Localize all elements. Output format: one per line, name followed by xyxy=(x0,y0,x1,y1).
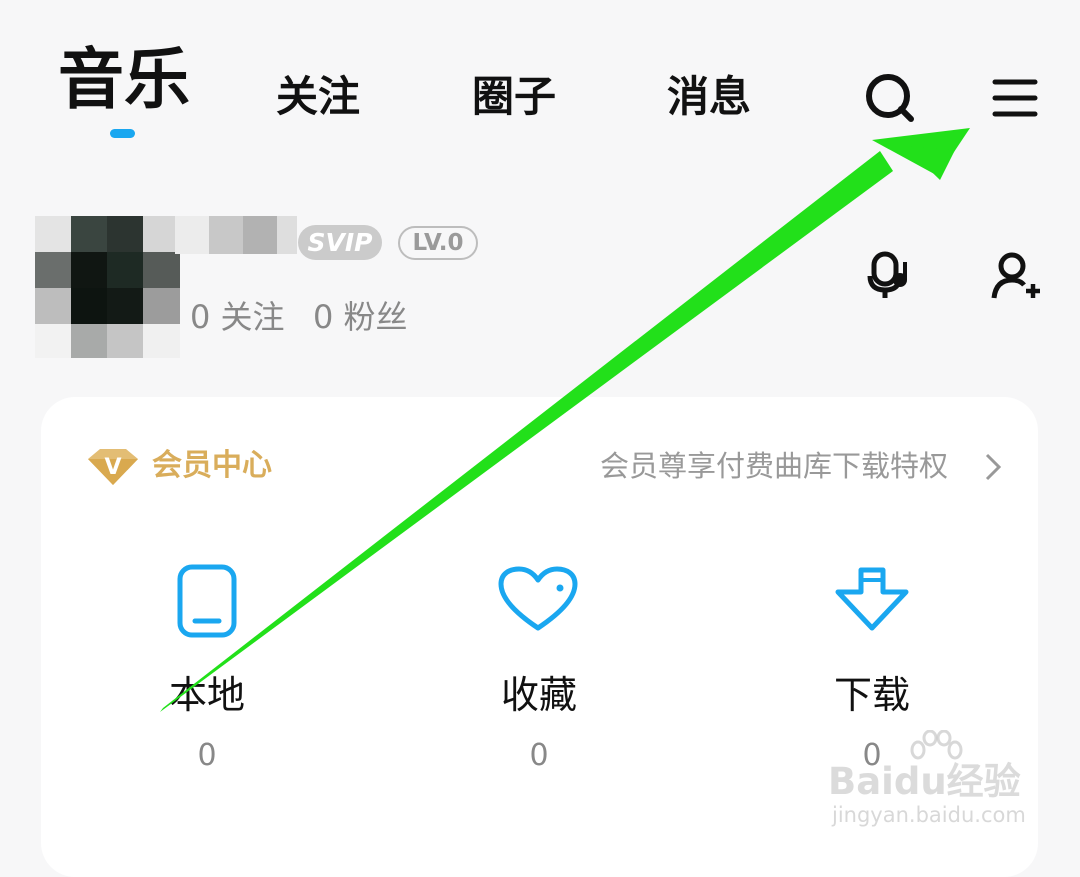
vip-center-description[interactable]: 会员尊享付费曲库下载特权 xyxy=(600,448,948,484)
shortcut-label-downloads[interactable]: 下载 xyxy=(792,672,952,718)
hamburger-menu-icon[interactable] xyxy=(991,76,1039,120)
voice-room-icon[interactable] xyxy=(862,250,914,302)
svg-text:V: V xyxy=(104,455,121,480)
avatar[interactable] xyxy=(35,216,180,358)
svip-badge: SVIP xyxy=(298,225,382,260)
search-icon[interactable] xyxy=(864,72,916,124)
shortcut-label-favorites[interactable]: 收藏 xyxy=(459,672,619,718)
diamond-v-icon: V xyxy=(88,449,138,485)
level-badge: LV.0 xyxy=(398,226,478,260)
add-user-icon[interactable] xyxy=(990,250,1042,302)
nickname-blurred xyxy=(175,216,297,254)
tab-messages[interactable]: 消息 xyxy=(667,72,751,122)
vip-center-title[interactable]: 会员中心 xyxy=(152,446,272,486)
tab-circle[interactable]: 圈子 xyxy=(472,72,556,122)
tab-music[interactable]: 音乐 xyxy=(58,40,190,120)
baidu-watermark: Baidu经验 jingyan.baidu.com xyxy=(828,730,1028,830)
tab-follow[interactable]: 关注 xyxy=(276,72,360,122)
watermark-site: jingyan.baidu.com xyxy=(832,803,1026,827)
download-icon[interactable] xyxy=(834,566,910,632)
heart-icon[interactable] xyxy=(498,566,578,632)
shortcut-count-local: 0 xyxy=(197,738,217,773)
phone-icon[interactable] xyxy=(177,564,237,638)
shortcut-count-favorites: 0 xyxy=(529,738,549,773)
watermark-logo: Baidu经验 xyxy=(828,760,1021,803)
following-count[interactable]: 0 关注 xyxy=(190,298,285,336)
top-tab-bar: 音乐 关注 圈子 消息 xyxy=(0,0,1080,150)
chevron-right-icon[interactable] xyxy=(984,452,1002,482)
active-tab-indicator xyxy=(110,129,135,138)
shortcut-label-local[interactable]: 本地 xyxy=(127,672,287,718)
fans-count[interactable]: 0 粉丝 xyxy=(313,298,408,336)
